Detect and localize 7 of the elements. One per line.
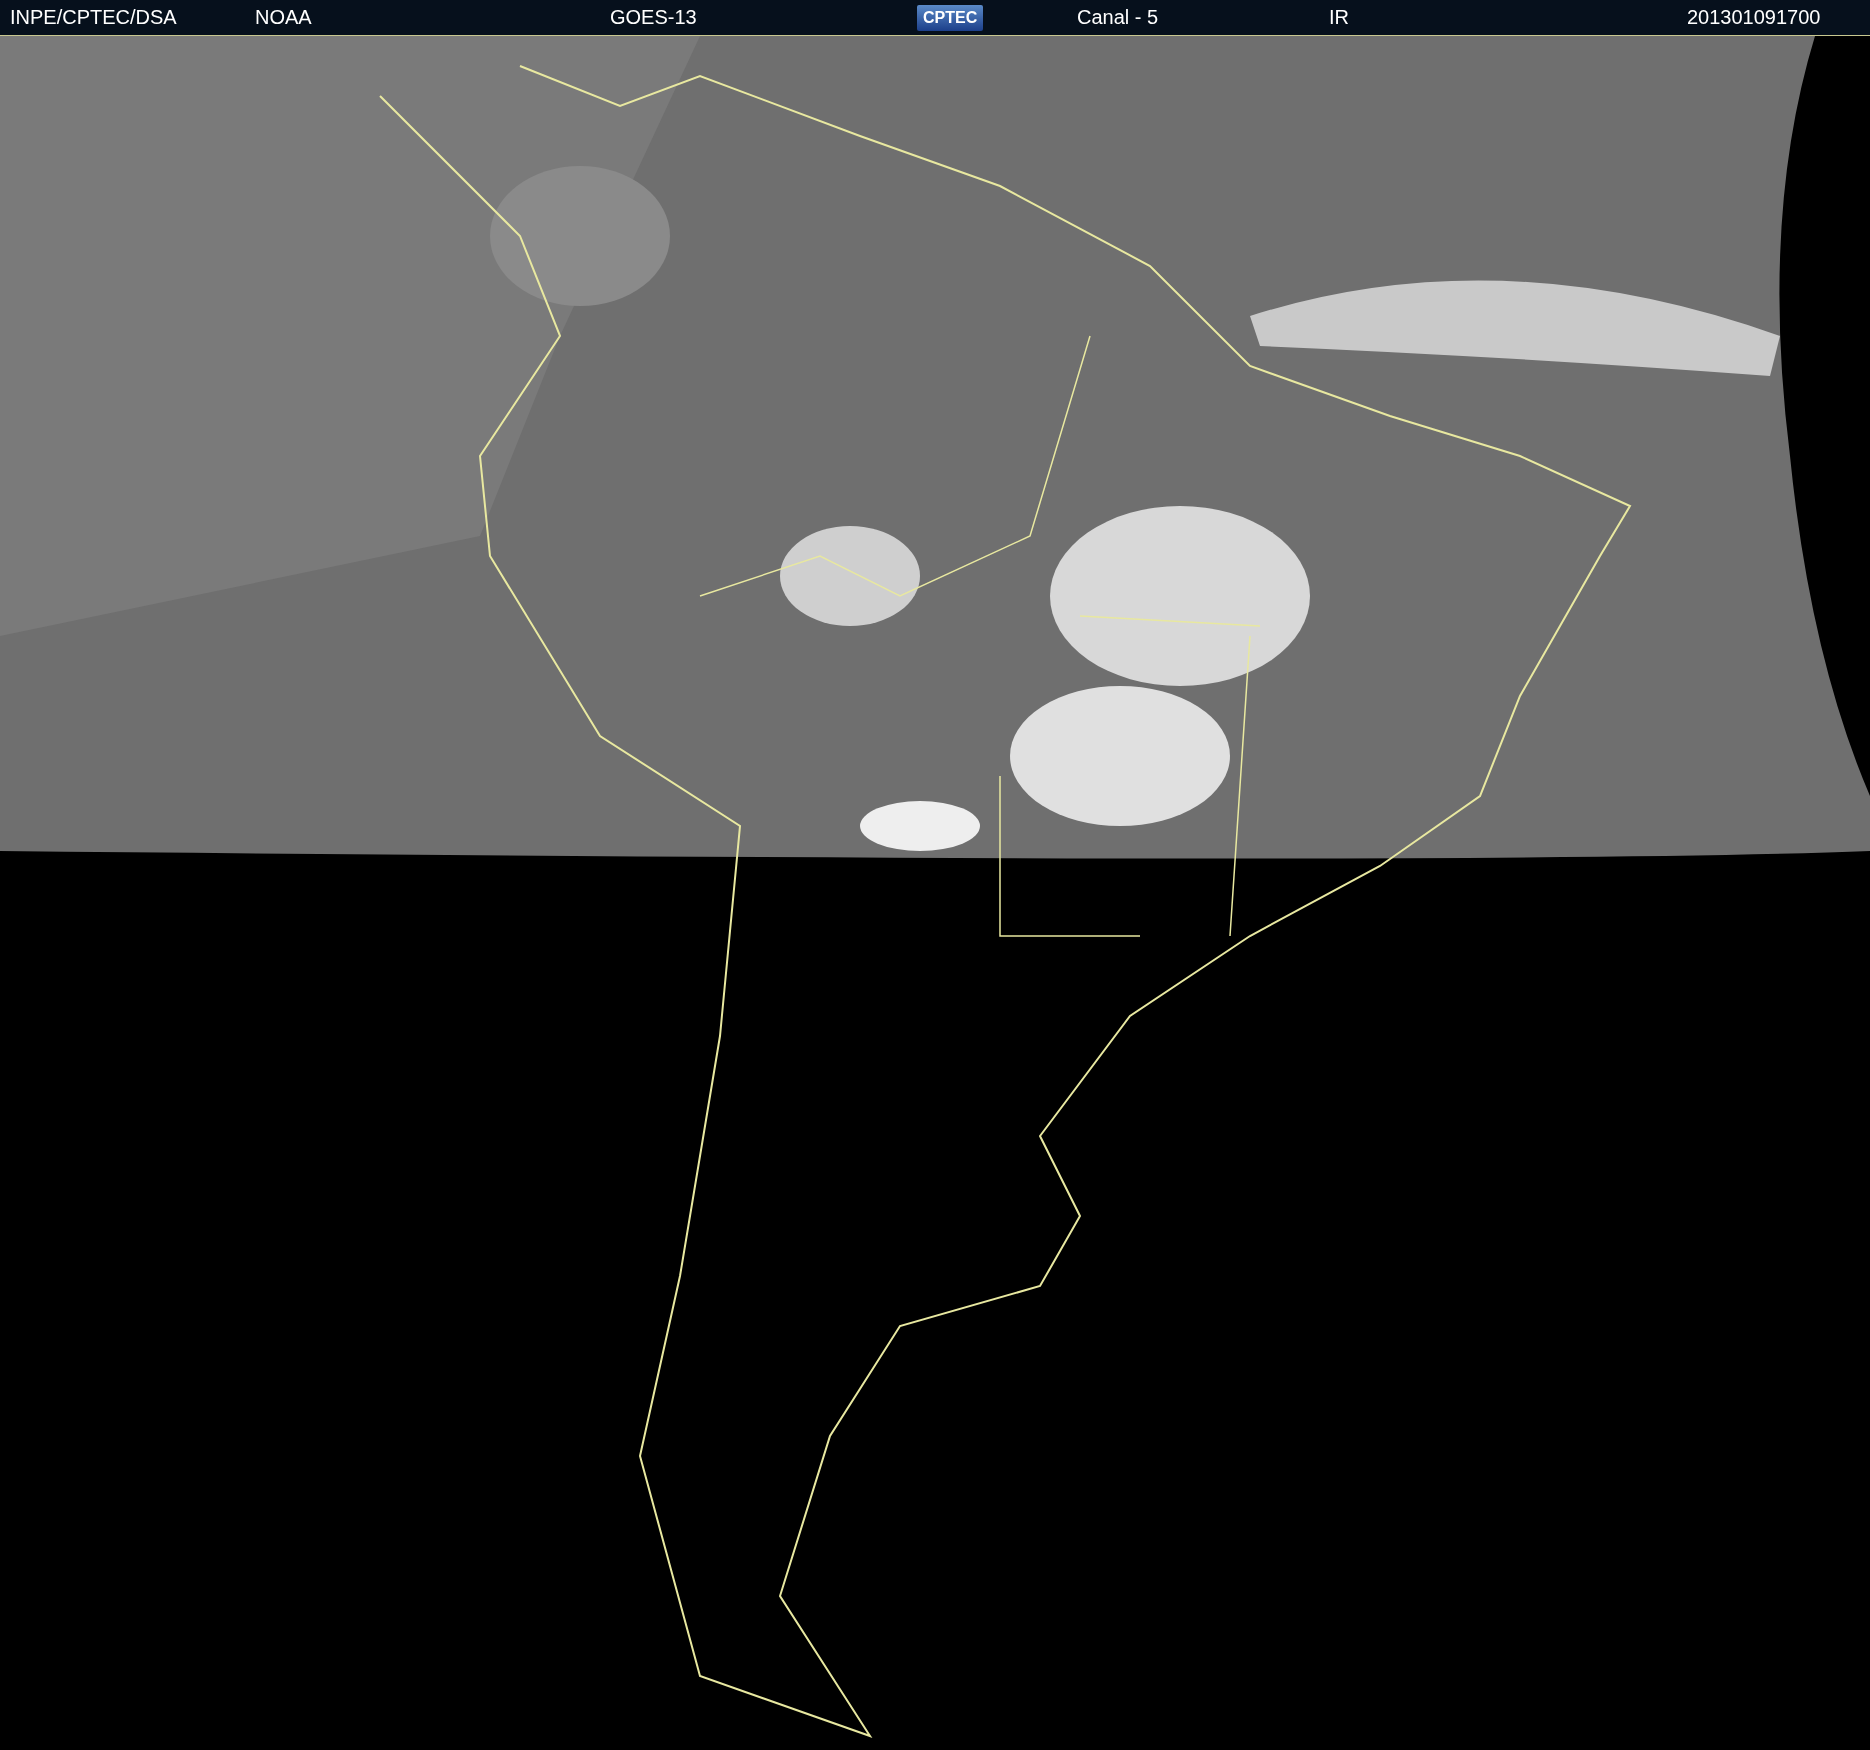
header-label: GOES-13 xyxy=(610,6,697,29)
header-label: NOAA xyxy=(255,6,312,29)
header-label: INPE/CPTEC/DSA xyxy=(10,6,177,29)
logo: CPTEC xyxy=(917,4,984,31)
header-label: 201301091700 xyxy=(1687,6,1821,29)
header-label: IR xyxy=(1329,6,1349,29)
header-label: Canal - 5 xyxy=(1077,6,1159,29)
